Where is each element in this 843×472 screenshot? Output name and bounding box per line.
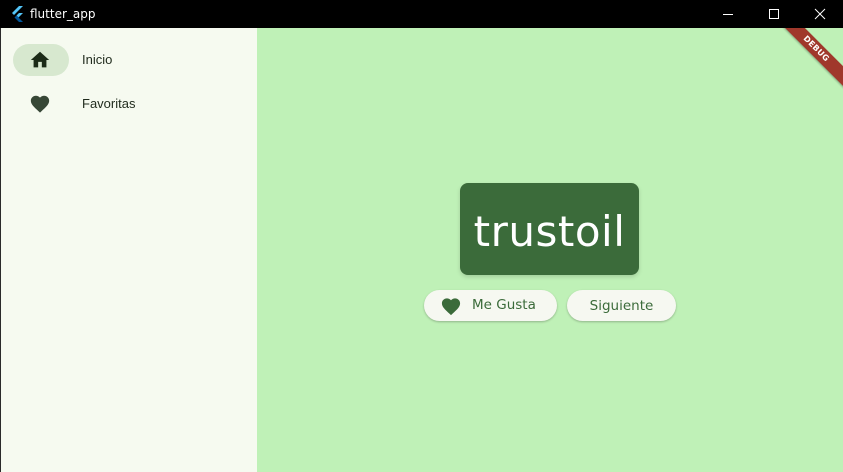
flutter-icon <box>10 6 26 22</box>
nav-label-favoritas: Favoritas <box>82 96 136 111</box>
maximize-button[interactable] <box>751 0 797 28</box>
nav-item-favoritas[interactable]: Favoritas <box>1 84 257 124</box>
nav-item-inicio[interactable]: Inicio <box>1 40 257 80</box>
home-icon <box>29 49 51 71</box>
close-button[interactable] <box>797 0 843 28</box>
nav-label-inicio: Inicio <box>82 52 113 67</box>
like-button[interactable]: Me Gusta <box>424 290 557 321</box>
main-content: trustoil Me Gusta Siguiente DEBUG <box>257 28 843 472</box>
next-button[interactable]: Siguiente <box>567 290 676 321</box>
word-pair-text: trustoil <box>473 206 626 256</box>
title-bar: flutter_app <box>0 0 843 28</box>
next-button-label: Siguiente <box>589 297 654 314</box>
navigation-rail: Inicio Favoritas <box>1 28 257 472</box>
maximize-icon <box>768 5 780 24</box>
close-icon <box>814 5 826 24</box>
word-card: trustoil <box>460 183 639 275</box>
minimize-icon <box>722 5 734 24</box>
window-title: flutter_app <box>30 7 96 21</box>
heart-icon <box>29 93 51 115</box>
like-button-label: Me Gusta <box>472 297 536 313</box>
heart-icon <box>440 296 462 316</box>
minimize-button[interactable] <box>705 0 751 28</box>
debug-banner: DEBUG <box>772 28 843 93</box>
